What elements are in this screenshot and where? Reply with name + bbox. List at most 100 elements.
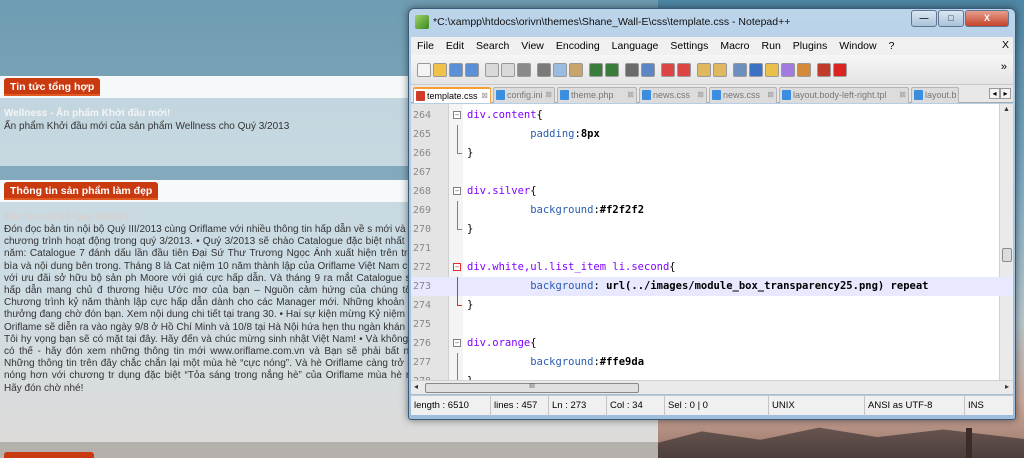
code-line[interactable]: 276 − div.orange{ — [411, 334, 1013, 353]
fold-toggle-icon[interactable]: − — [453, 111, 461, 119]
close-all-icon[interactable] — [501, 63, 515, 77]
undo-icon[interactable] — [589, 63, 603, 77]
code-line[interactable]: 269 background:#f2f2f2 — [411, 201, 1013, 220]
wrap-icon[interactable] — [733, 63, 747, 77]
zoom-out-icon[interactable] — [677, 63, 691, 77]
tab-layout-body-left-right-tpl[interactable]: layout.body-left-right.tpl ⊠ — [779, 87, 909, 103]
title-bar[interactable]: *C:\xampp\htdocs\orivn\themes\Shane_Wall… — [409, 9, 1015, 35]
find-icon[interactable] — [625, 63, 639, 77]
menu-macro[interactable]: Macro — [714, 40, 755, 52]
horizontal-scrollbar[interactable]: ◂ III ▸ — [411, 380, 1013, 394]
tab-close-icon[interactable]: ⊠ — [767, 88, 774, 102]
copy-icon[interactable] — [553, 63, 567, 77]
code-editor[interactable]: ▲ 264− div.content{265 padding:8px 266} 267… — [411, 104, 1013, 380]
horizontal-scroll-thumb[interactable]: III — [425, 383, 639, 393]
menu-settings[interactable]: Settings — [664, 40, 714, 52]
tab-close-icon[interactable]: ⊠ — [481, 89, 488, 103]
document-close-button[interactable]: X — [1002, 39, 1009, 51]
line-number: 265 — [413, 129, 432, 140]
zoom-in-icon[interactable] — [661, 63, 675, 77]
code-line[interactable]: 264 − div.content{ — [411, 106, 1013, 125]
tab-scroll-right-icon[interactable]: ▸ — [1000, 88, 1011, 99]
save-icon[interactable] — [449, 63, 463, 77]
tab-template-css[interactable]: template.css ⊠ — [413, 87, 491, 103]
fold-toggle-icon[interactable]: − — [453, 263, 461, 271]
folder-icon[interactable] — [817, 63, 831, 77]
news-item-title[interactable]: Wellness - Ấn phẩm Khởi đầu mới! — [4, 108, 170, 119]
doc-map-icon[interactable] — [781, 63, 795, 77]
tab-theme-php[interactable]: theme.php ⊠ — [557, 87, 637, 103]
toolbar-overflow-icon[interactable]: » — [1001, 61, 1007, 73]
maximize-button[interactable]: □ — [938, 10, 964, 27]
menu-language[interactable]: Language — [606, 40, 665, 52]
code-line[interactable]: 267 — [411, 163, 1013, 182]
fold-line — [457, 125, 458, 144]
tab-scroll-left-icon[interactable]: ◂ — [989, 88, 1000, 99]
tab-close-icon[interactable]: ⊠ — [627, 88, 634, 102]
menu-search[interactable]: Search — [470, 40, 515, 52]
fold-toggle-icon[interactable]: − — [453, 339, 461, 347]
code-text: } — [467, 372, 473, 380]
news-item-title[interactable]: Bản tin nội bộ Quý III/2013 — [4, 212, 129, 223]
tab-close-icon[interactable]: ⊠ — [899, 88, 906, 102]
code-line[interactable]: 275 — [411, 315, 1013, 334]
save-all-icon[interactable] — [465, 63, 479, 77]
tab-layout-b[interactable]: layout.b — [911, 87, 959, 103]
tab-close-icon[interactable]: ⊠ — [545, 88, 552, 102]
cut-icon[interactable] — [537, 63, 551, 77]
menu-file[interactable]: File — [411, 40, 440, 52]
code-text: background:#ffe9da — [530, 356, 645, 368]
replace-icon[interactable] — [641, 63, 655, 77]
code-line[interactable]: 265 padding:8px — [411, 125, 1013, 144]
record-macro-icon[interactable] — [833, 63, 847, 77]
menu-run[interactable]: Run — [756, 40, 787, 52]
fold-end — [457, 372, 462, 380]
window-controls: — □ X — [910, 10, 1009, 28]
news-item-body: Ấn phẩm Khởi đầu mới của sản phẩm Wellne… — [4, 121, 290, 132]
fold-toggle-icon[interactable]: − — [453, 187, 461, 195]
menu-plugins[interactable]: Plugins — [787, 40, 833, 52]
code-line[interactable]: 273 background: url(../images/module_box… — [411, 277, 1013, 296]
tab-news-css[interactable]: news.css ⊠ — [639, 87, 707, 103]
code-line[interactable]: 270} — [411, 220, 1013, 239]
tab-label: theme.php — [571, 90, 614, 100]
paste-icon[interactable] — [569, 63, 583, 77]
code-line[interactable]: 271 — [411, 239, 1013, 258]
close-icon[interactable] — [485, 63, 499, 77]
sync-h-icon[interactable] — [713, 63, 727, 77]
css-brace: } — [467, 223, 474, 235]
section-heading-general[interactable]: Tin tức tổng hợp — [4, 78, 101, 96]
css-brace: } — [467, 147, 474, 159]
code-line[interactable]: 277 background:#ffe9da — [411, 353, 1013, 372]
sync-v-icon[interactable] — [697, 63, 711, 77]
redo-icon[interactable] — [605, 63, 619, 77]
code-line[interactable]: 266} — [411, 144, 1013, 163]
line-number: 264 — [413, 110, 432, 121]
code-line[interactable]: 278} — [411, 372, 1013, 380]
scroll-left-icon[interactable]: ◂ — [414, 382, 418, 391]
news-item-body: Đón đọc bản tin nội bộ Quý III/2013 cùng… — [4, 224, 424, 394]
close-button[interactable]: X — [965, 10, 1009, 27]
open-file-icon[interactable] — [433, 63, 447, 77]
section-heading-beauty[interactable]: Thông tin sản phẩm làm đẹp — [4, 182, 159, 200]
tab-news-css[interactable]: news.css ⊠ — [709, 87, 777, 103]
menu-encoding[interactable]: Encoding — [550, 40, 606, 52]
print-icon[interactable] — [517, 63, 531, 77]
menu-view[interactable]: View — [515, 40, 550, 52]
tab-label: news.css — [653, 90, 691, 100]
code-line[interactable]: 272 − div.white,ul.list_item li.second{ — [411, 258, 1013, 277]
new-file-icon[interactable] — [417, 63, 431, 77]
tab-close-icon[interactable]: ⊠ — [697, 88, 704, 102]
all-chars-icon[interactable] — [749, 63, 763, 77]
menu-help[interactable]: ? — [883, 40, 901, 52]
code-line[interactable]: 268 − div.silver{ — [411, 182, 1013, 201]
menu-edit[interactable]: Edit — [440, 40, 470, 52]
css-selector: div.silver — [467, 185, 531, 197]
scroll-right-icon[interactable]: ▸ — [1005, 382, 1009, 391]
tab-config-ini[interactable]: config.ini ⊠ — [493, 87, 555, 103]
function-list-icon[interactable] — [797, 63, 811, 77]
code-line[interactable]: 274} — [411, 296, 1013, 315]
menu-window[interactable]: Window — [833, 40, 882, 52]
indent-guide-icon[interactable] — [765, 63, 779, 77]
minimize-button[interactable]: — — [911, 10, 937, 27]
